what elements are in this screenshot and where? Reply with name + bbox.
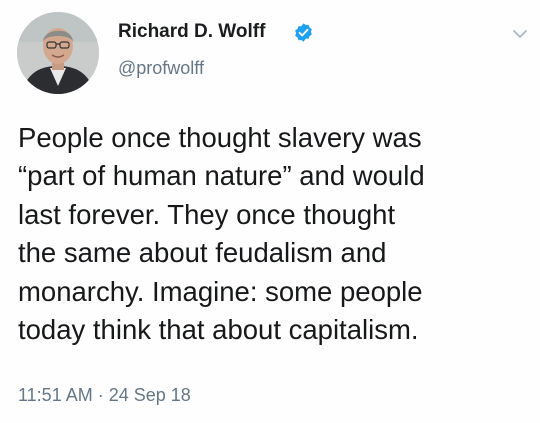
user-handle[interactable]: @profwolff	[118, 57, 204, 79]
tweet-text: People once thought slavery was “part of…	[18, 122, 425, 346]
display-name[interactable]: Richard D. Wolff	[118, 20, 265, 44]
verified-badge-icon	[295, 23, 312, 42]
tweet-card: Richard D. Wolff @profwolff People once …	[0, 0, 540, 423]
tweet-timestamp[interactable]: 11:51 AM · 24 Sep 18	[18, 384, 191, 406]
chevron-down-icon[interactable]	[512, 28, 528, 40]
avatar-photo	[17, 12, 99, 94]
avatar[interactable]	[17, 12, 99, 94]
